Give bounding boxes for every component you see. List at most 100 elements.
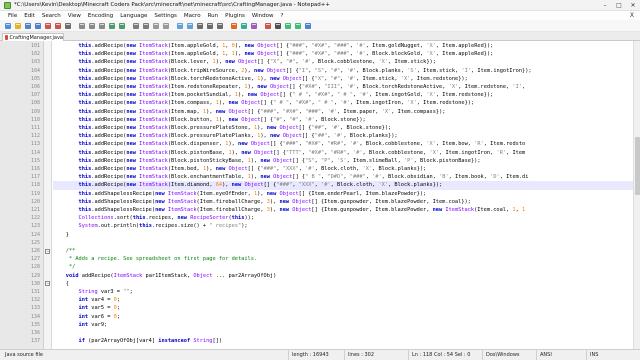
code-line[interactable] bbox=[53, 239, 633, 247]
menu-file[interactable]: File bbox=[8, 13, 17, 19]
line-number: 103 bbox=[30, 59, 40, 66]
code-line[interactable]: if (par2ArrayOfObj[var4] instanceof Stri… bbox=[53, 337, 633, 345]
code-line[interactable]: void addRecipe(ItemStack par1ItemStack, … bbox=[53, 272, 633, 280]
replace-icon[interactable] bbox=[141, 21, 150, 30]
sync-h-icon[interactable] bbox=[185, 21, 194, 30]
line-number: 137 bbox=[30, 338, 40, 345]
sync-v-icon[interactable] bbox=[175, 21, 184, 30]
code-line[interactable]: this.addRecipe(new ItemStack(Item.appleG… bbox=[53, 42, 633, 50]
line-number: 104 bbox=[30, 67, 40, 74]
close-document-button[interactable]: X bbox=[630, 12, 634, 19]
menu-run[interactable]: Run bbox=[208, 13, 219, 19]
code-line[interactable]: this.addRecipe(new ItemStack(Block.lever… bbox=[53, 58, 633, 66]
play-macro-icon[interactable] bbox=[283, 21, 292, 30]
code-line[interactable]: this.addShapelessRecipe(new ItemStack(It… bbox=[53, 190, 633, 198]
code-line[interactable]: this.addRecipe(new ItemStack(Item.bed, 1… bbox=[53, 165, 633, 173]
zoom-in-icon[interactable] bbox=[151, 21, 160, 30]
all-chars-icon[interactable] bbox=[205, 21, 214, 30]
code-line[interactable]: this.addRecipe(new ItemStack(Block.pisto… bbox=[53, 149, 633, 157]
code-line[interactable]: int var5 = 0; bbox=[53, 304, 633, 312]
code-line[interactable]: * Adds a recipe. See spreadsheet on firs… bbox=[53, 255, 633, 263]
code-line[interactable]: this.addRecipe(new ItemStack(Item.appleG… bbox=[53, 50, 633, 58]
code-line-current[interactable]: this.addRecipe(new ItemStack(Item.diamon… bbox=[53, 181, 633, 190]
wrap-icon[interactable] bbox=[195, 21, 204, 30]
save-all-icon[interactable] bbox=[33, 21, 42, 30]
minimize-button[interactable]: – bbox=[598, 0, 612, 11]
code-line[interactable]: } bbox=[53, 231, 633, 239]
run-macro-icon[interactable] bbox=[293, 21, 302, 30]
code-line[interactable]: this.addRecipe(new ItemStack(Item.redsto… bbox=[53, 83, 633, 91]
stop-macro-icon[interactable] bbox=[273, 21, 282, 30]
line-number: 130 bbox=[30, 280, 40, 287]
undo-icon[interactable] bbox=[107, 21, 116, 30]
vertical-scrollbar[interactable] bbox=[633, 41, 640, 349]
code-area[interactable]: this.addRecipe(new ItemStack(Item.appleG… bbox=[53, 41, 633, 349]
fold-margin: − − bbox=[44, 41, 52, 349]
code-line[interactable] bbox=[53, 329, 633, 337]
doc-map-icon[interactable] bbox=[239, 21, 248, 30]
code-line[interactable]: int var4 = 0; bbox=[53, 296, 633, 304]
menu-help[interactable]: ? bbox=[281, 13, 284, 19]
code-line[interactable]: this.addRecipe(new ItemStack(Block.butto… bbox=[53, 116, 633, 124]
code-line[interactable]: this.addRecipe(new ItemStack(Block.tripW… bbox=[53, 67, 633, 75]
line-number: 126 bbox=[30, 248, 40, 254]
fold-toggle-icon[interactable]: − bbox=[45, 281, 50, 287]
code-line[interactable]: this.addShapelessRecipe(new ItemStack(It… bbox=[53, 198, 633, 206]
close-all-icon[interactable] bbox=[53, 21, 62, 30]
code-line[interactable]: String var3 = ""; bbox=[53, 288, 633, 296]
code-line[interactable]: /** bbox=[53, 247, 633, 255]
new-file-icon[interactable] bbox=[3, 21, 12, 30]
code-line[interactable]: Collections.sort(this.recipes, new Recip… bbox=[53, 214, 633, 222]
code-line[interactable]: int var9; bbox=[53, 321, 633, 329]
record-macro-icon[interactable] bbox=[263, 21, 272, 30]
code-line[interactable]: this.addRecipe(new ItemStack(Block.press… bbox=[53, 132, 633, 140]
code-line[interactable]: this.addRecipe(new ItemStack(Block.dispe… bbox=[53, 140, 633, 148]
print-icon[interactable] bbox=[63, 21, 72, 30]
function-list-icon[interactable] bbox=[249, 21, 258, 30]
paste-icon[interactable] bbox=[97, 21, 106, 30]
menu-settings[interactable]: Settings bbox=[154, 13, 177, 19]
fold-toggle-icon[interactable]: − bbox=[45, 248, 50, 254]
menu-macro[interactable]: Macro bbox=[184, 13, 201, 19]
menu-plugins[interactable]: Plugins bbox=[225, 13, 245, 19]
menu-search[interactable]: Search bbox=[42, 13, 61, 19]
line-number: 112 bbox=[30, 133, 40, 140]
line-number: 123 bbox=[30, 223, 40, 230]
status-file-type: Java source file bbox=[5, 352, 43, 358]
close-icon[interactable] bbox=[43, 21, 52, 30]
menu-edit[interactable]: Edit bbox=[24, 13, 35, 19]
line-number: 118 bbox=[30, 182, 40, 189]
code-line[interactable]: this.addRecipe(new ItemStack(Item.map, 1… bbox=[53, 108, 633, 116]
save-macro-icon[interactable] bbox=[303, 21, 312, 30]
redo-icon[interactable] bbox=[117, 21, 126, 30]
scrollbar-thumb[interactable] bbox=[635, 137, 640, 195]
cut-icon[interactable] bbox=[77, 21, 86, 30]
menu-window[interactable]: Window bbox=[252, 13, 274, 19]
code-line[interactable]: this.addRecipe(new ItemStack(Block.torch… bbox=[53, 75, 633, 83]
save-icon[interactable] bbox=[23, 21, 32, 30]
code-line[interactable]: { bbox=[53, 280, 633, 288]
open-file-icon[interactable] bbox=[13, 21, 22, 30]
lang-icon[interactable] bbox=[229, 21, 238, 30]
code-line[interactable]: this.addRecipe(new ItemStack(Item.pocket… bbox=[53, 91, 633, 99]
indent-guide-icon[interactable] bbox=[215, 21, 224, 30]
code-line[interactable]: this.addRecipe(new ItemStack(Block.press… bbox=[53, 124, 633, 132]
code-line[interactable]: */ bbox=[53, 263, 633, 271]
code-line[interactable]: int var6 = 0; bbox=[53, 313, 633, 321]
code-line[interactable]: this.addRecipe(new ItemStack(Item.compas… bbox=[53, 99, 633, 107]
copy-icon[interactable] bbox=[87, 21, 96, 30]
code-editor[interactable]: 101 102 103 104 105 106 107 108 109 110 111 112 113 1… bbox=[0, 41, 633, 349]
maximize-button[interactable]: □ bbox=[612, 0, 626, 11]
close-button[interactable]: ✕ bbox=[626, 0, 640, 11]
zoom-out-icon[interactable] bbox=[161, 21, 170, 30]
menu-language[interactable]: Language bbox=[120, 13, 147, 19]
menu-encoding[interactable]: Encoding bbox=[88, 13, 113, 19]
code-line[interactable]: System.out.println(this.recipes.size() +… bbox=[53, 222, 633, 230]
find-icon[interactable] bbox=[131, 21, 140, 30]
code-line[interactable]: this.addRecipe(new ItemStack(Block.encha… bbox=[53, 173, 633, 181]
tab-bar: CraftingManager.java bbox=[0, 32, 640, 41]
code-line[interactable]: this.addRecipe(new ItemStack(Block.pisto… bbox=[53, 157, 633, 165]
menu-view[interactable]: View bbox=[68, 13, 81, 19]
code-line[interactable]: this.addShapelessRecipe(new ItemStack(It… bbox=[53, 206, 633, 214]
tab-craftingmanager[interactable]: CraftingManager.java bbox=[2, 33, 64, 41]
